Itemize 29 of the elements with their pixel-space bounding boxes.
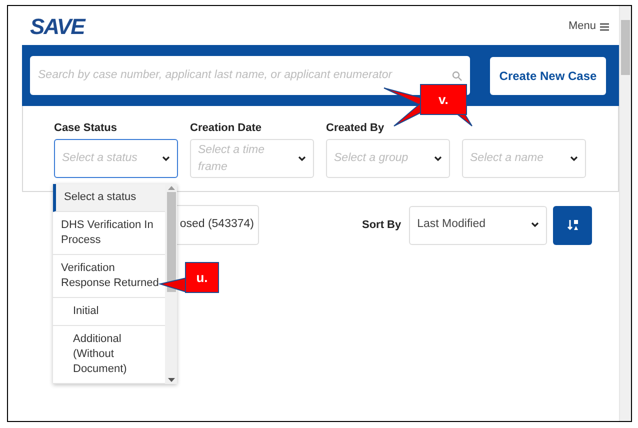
- menu-button[interactable]: Menu: [568, 18, 609, 35]
- chevron-down-icon: [531, 222, 540, 228]
- status-option[interactable]: Select a status: [53, 184, 165, 212]
- sort-select[interactable]: Last Modified: [409, 206, 548, 244]
- filter-label: Case Status: [54, 121, 118, 133]
- logo[interactable]: SAVE: [30, 10, 84, 43]
- search-input[interactable]: Search by case number, applicant last name, or applicant enumerator: [38, 66, 452, 84]
- dropdown-scrollbar[interactable]: [165, 184, 177, 384]
- search-icon: [452, 70, 462, 80]
- sort-icon: [566, 219, 579, 231]
- filter-label: Creation Date: [190, 121, 263, 133]
- page-scrollbar[interactable]: [619, 6, 631, 421]
- search-field[interactable]: Search by case number, applicant last name, or applicant enumerator: [30, 56, 470, 95]
- status-option[interactable]: Initial: [53, 298, 165, 326]
- callout-label: u.: [185, 262, 219, 293]
- sort-order-button[interactable]: [553, 206, 592, 244]
- status-option[interactable]: DHS Verification In Process: [53, 212, 165, 255]
- chevron-down-icon: [434, 156, 442, 162]
- status-option[interactable]: Verification Response Returned: [53, 255, 165, 298]
- chevron-down-icon: [570, 156, 578, 162]
- chevron-down-icon: [162, 156, 170, 162]
- create-new-case-button[interactable]: Create New Case: [490, 56, 606, 94]
- status-option[interactable]: Additional (Without Document): [53, 326, 165, 384]
- scroll-down-icon[interactable]: [168, 378, 174, 382]
- sort-by-label: Sort By: [362, 218, 402, 233]
- callout-label: v.: [420, 84, 467, 115]
- filter-label: Created By: [326, 121, 386, 133]
- chevron-down-icon: [298, 156, 306, 162]
- menu-icon: [600, 22, 609, 30]
